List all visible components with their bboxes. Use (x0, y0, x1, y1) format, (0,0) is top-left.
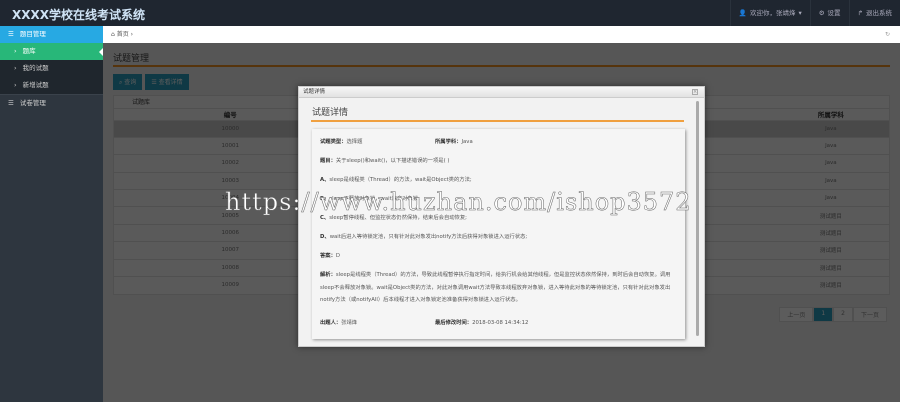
time-label: 最后修改时间： (435, 319, 473, 326)
divider (311, 120, 684, 122)
option-text: sleep不释放对象锁，wait放弃对象锁; (329, 196, 420, 202)
search-button[interactable]: ⌕ 查询 (113, 74, 143, 90)
breadcrumb: ⌂ 首页 › ↻ (103, 26, 900, 43)
logout-button[interactable]: ↱ 退出系统 (848, 0, 900, 26)
analysis-text: sleep是线程类（Thread）的方法，导致此线程暂停执行指定时间，给执行机会… (320, 272, 671, 303)
close-icon[interactable]: × (692, 89, 698, 95)
top-bar: XXXX学校在线考试系统 👤 欢迎你，张靖烽 ▾ ⚙ 设置 ↱ 退出系统 (0, 0, 900, 26)
table-cell: 测试题目 (772, 241, 889, 260)
search-icon: ⌕ (119, 79, 123, 86)
share-icon: ↱ (857, 9, 863, 17)
modal-title: 试题详情 (312, 108, 349, 118)
chevron-right-icon: › (14, 81, 17, 89)
list-icon: ☰ (151, 79, 157, 86)
question-detail-card: 试题类型：选择题 所属学科：Java 题目：关于sleep()和wait()，以下… (312, 129, 685, 339)
sidebar-item-add-question[interactable]: › 新增试题 (0, 77, 103, 94)
page-title: 试题管理 (113, 54, 150, 64)
sidebar-item-question-mgmt[interactable]: ☰ 题目管理 (0, 26, 103, 43)
time-value: 2018-03-08 14:34:12 (472, 319, 529, 326)
user-icon: 👤 (738, 9, 747, 17)
sidebar-label: 新增试题 (22, 81, 49, 89)
subject-value: Java (461, 139, 473, 145)
home-icon: ⌂ (111, 31, 115, 38)
search-label: 查询 (124, 79, 137, 86)
user-menu[interactable]: 👤 欢迎你，张靖烽 ▾ (729, 0, 810, 26)
option-key: C、 (320, 215, 330, 221)
analysis-label: 解析： (320, 272, 336, 278)
caret-down-icon: ▾ (798, 9, 802, 17)
option-key: B、 (320, 196, 330, 202)
page-1-button[interactable]: 1 (813, 307, 834, 322)
answer-label: 答案： (320, 253, 336, 259)
option-text: sleep暂停线程、但监控状态仍然保持，结束后会自动恢复; (329, 215, 467, 221)
table-cell: 测试题目 (772, 258, 889, 277)
table-cell: 测试题目 (772, 276, 889, 294)
sidebar-item-my-questions[interactable]: › 我的试题 (0, 60, 103, 77)
sidebar-label: 题目管理 (19, 30, 46, 38)
table-cell: Java (772, 154, 889, 173)
type-value: 选择题 (346, 139, 363, 145)
logout-label: 退出系统 (866, 9, 892, 17)
sidebar-item-exam-mgmt[interactable]: ☰ 试卷管理 (0, 94, 103, 111)
details-label: 查看详情 (158, 79, 183, 86)
sidebar: ☰ 题目管理 › 题库 › 我的试题 › 新增试题 ☰ 试卷管理 (0, 26, 103, 402)
list-icon: ☰ (8, 30, 14, 38)
modal-scrollbar[interactable] (696, 101, 699, 336)
gear-icon: ⚙ (818, 9, 825, 17)
question-label: 题目： (320, 158, 336, 164)
list-icon: ☰ (8, 99, 14, 107)
option-text: wait后进入等待锁定池，只有针对此对象发出notify方法后获得对象锁进入运行… (329, 234, 528, 240)
subject-label: 所属学科： (435, 139, 462, 145)
sidebar-label: 试卷管理 (19, 99, 46, 107)
sidebar-label: 题库 (22, 47, 36, 55)
prev-page-button[interactable]: 上一页 (779, 307, 814, 322)
app-title: XXXX学校在线考试系统 (12, 8, 146, 22)
settings-label: 设置 (827, 9, 841, 17)
option-text: sleep是线程类（Thread）的方法，wait是Object类的方法; (329, 177, 472, 183)
sidebar-label: 我的试题 (22, 64, 49, 72)
settings-button[interactable]: ⚙ 设置 (809, 0, 849, 26)
welcome-text: 欢迎你，张靖烽 (749, 9, 796, 17)
chevron-right-icon: › (14, 64, 17, 72)
modal-header: 试题详情 (299, 87, 704, 98)
author-label: 出题人： (320, 319, 342, 326)
next-page-button[interactable]: 下一页 (852, 307, 887, 322)
page-2-button[interactable]: 2 (833, 307, 853, 322)
table-cell: Java (772, 136, 889, 155)
table-cell: Java (772, 119, 889, 138)
breadcrumb-home[interactable]: 首页 (117, 31, 129, 38)
table-cell: Java (772, 171, 889, 190)
pagination: 上一页 1 2 下一页 (779, 307, 887, 322)
sidebar-item-question-bank[interactable]: › 题库 (0, 43, 103, 60)
option-key: A、 (320, 177, 330, 183)
table-cell: 测试题目 (772, 206, 889, 225)
type-label: 试题类型： (320, 139, 347, 145)
question-detail-modal: 试题详情 × 试题详情 试题类型：选择题 所属学科：Java 题目：关于sleep… (298, 86, 705, 347)
question-text: 关于sleep()和wait()，以下描述错误的一项是( ) (335, 158, 450, 164)
refresh-icon[interactable]: ↻ (885, 26, 890, 43)
author-value: 张靖烽 (341, 319, 358, 326)
col-subject: 所属学科 (817, 111, 844, 120)
option-key: D、 (320, 234, 330, 240)
answer-value: D (335, 253, 340, 259)
table-cell: 测试题目 (772, 223, 889, 242)
table-cell: Java (772, 189, 889, 207)
chevron-right-icon: › (14, 47, 17, 55)
divider (113, 65, 890, 67)
view-details-button[interactable]: ☰ 查看详情 (145, 74, 189, 90)
